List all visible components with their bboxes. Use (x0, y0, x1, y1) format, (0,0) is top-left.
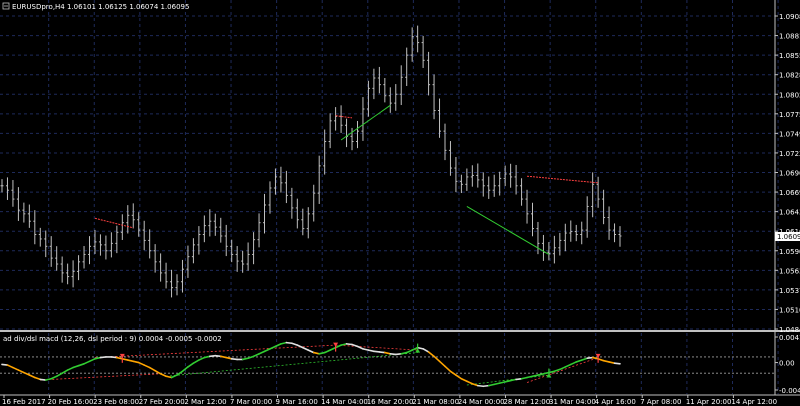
indicator-segment (389, 353, 397, 356)
time-tick-label: 16 Mar 20:00 (367, 398, 414, 406)
indicator-tick-label: 0.0041 (779, 334, 800, 342)
indicator-segment (99, 356, 107, 359)
time-tick-label: 11 Apr 20:00 (686, 398, 732, 406)
symbol-header: EURUSDpro,H4 1.06101 1.06125 1.06074 1.0… (2, 2, 189, 11)
indicator-segment (1, 363, 9, 366)
time-tick-label: 14 Apr 12:00 (731, 398, 777, 406)
indicator-segment (613, 362, 621, 365)
indicator-segment (515, 377, 523, 381)
indicator-segment (285, 341, 293, 345)
time-tick-label: 20 Feb 16:00 (48, 398, 94, 406)
price-tick-label: 1.04840 (779, 326, 800, 334)
indicator-segment (214, 354, 222, 358)
price-tick-label: 1.07225 (779, 150, 800, 158)
price-tick-label: 1.09080 (779, 13, 800, 21)
price-tick-label: 1.05105 (779, 306, 800, 314)
time-tick-label: 4 Apr 16:00 (595, 398, 636, 406)
indicator-tick-label: 0.00 (779, 360, 795, 368)
time-tick-label: 14 Mar 04:00 (321, 398, 368, 406)
indicator-title: ad div/dsl macd (12,26, dsl period : 9) … (3, 335, 222, 343)
indicator-segment (586, 356, 594, 360)
indicator-segment (394, 353, 403, 356)
indicator-segment (345, 343, 353, 346)
price-tick-label: 1.06960 (779, 170, 800, 178)
time-tick-label: 28 Mar 12:00 (503, 398, 550, 406)
price-tick-label: 1.05635 (779, 267, 800, 275)
time-tick-label: 16 Feb 2017 (2, 398, 46, 406)
time-tick-label: 31 Mar 04:00 (549, 398, 596, 406)
time-tick-label: 24 Mar 00:00 (458, 398, 505, 406)
current-price-label: 1.06095 (775, 232, 800, 241)
price-tick-label: 1.05370 (779, 287, 800, 295)
indicator-segment (209, 354, 217, 358)
price-tick-label: 1.08550 (779, 52, 800, 60)
time-tick-label: 7 Apr 08:00 (640, 398, 681, 406)
indicator-segment (230, 358, 238, 361)
indicator-segment (39, 378, 47, 381)
current-price-value: 1.06095 (777, 233, 800, 241)
price-tick-label: 1.06430 (779, 209, 800, 217)
time-tick-label: 7 Mar 00:00 (230, 398, 272, 406)
indicator-segment (482, 384, 490, 388)
indicator-segment (378, 351, 386, 354)
indicator-segment (110, 356, 118, 359)
time-tick-label: 2 Mar 12:00 (184, 398, 226, 406)
indicator-tick-label: -0.0044 (779, 387, 800, 395)
price-tick-label: 1.08020 (779, 91, 800, 99)
indicator-segment (373, 350, 381, 353)
indicator-segment (477, 384, 485, 388)
price-tick-label: 1.08815 (779, 33, 800, 41)
trading-chart[interactable]: 1.09080 1.08815 1.08550 1.08285 1.08020 1.077… (0, 0, 800, 406)
price-tick-label: 1.08285 (779, 72, 800, 80)
time-tick-label: 9 Mar 16:00 (276, 398, 318, 406)
time-tick-label: 27 Feb 20:00 (139, 398, 185, 406)
time-tick-label: 23 Feb 08:00 (93, 398, 139, 406)
price-tick-label: 1.05900 (779, 248, 800, 256)
price-tick-label: 1.06695 (779, 189, 800, 197)
price-tick-label: 1.07490 (779, 130, 800, 138)
chart-background (0, 0, 800, 406)
symbol-info: EURUSDpro,H4 1.06101 1.06125 1.06074 1.0… (12, 3, 189, 11)
price-tick-label: 1.07755 (779, 111, 800, 119)
time-tick-label: 21 Mar 08:00 (412, 398, 459, 406)
